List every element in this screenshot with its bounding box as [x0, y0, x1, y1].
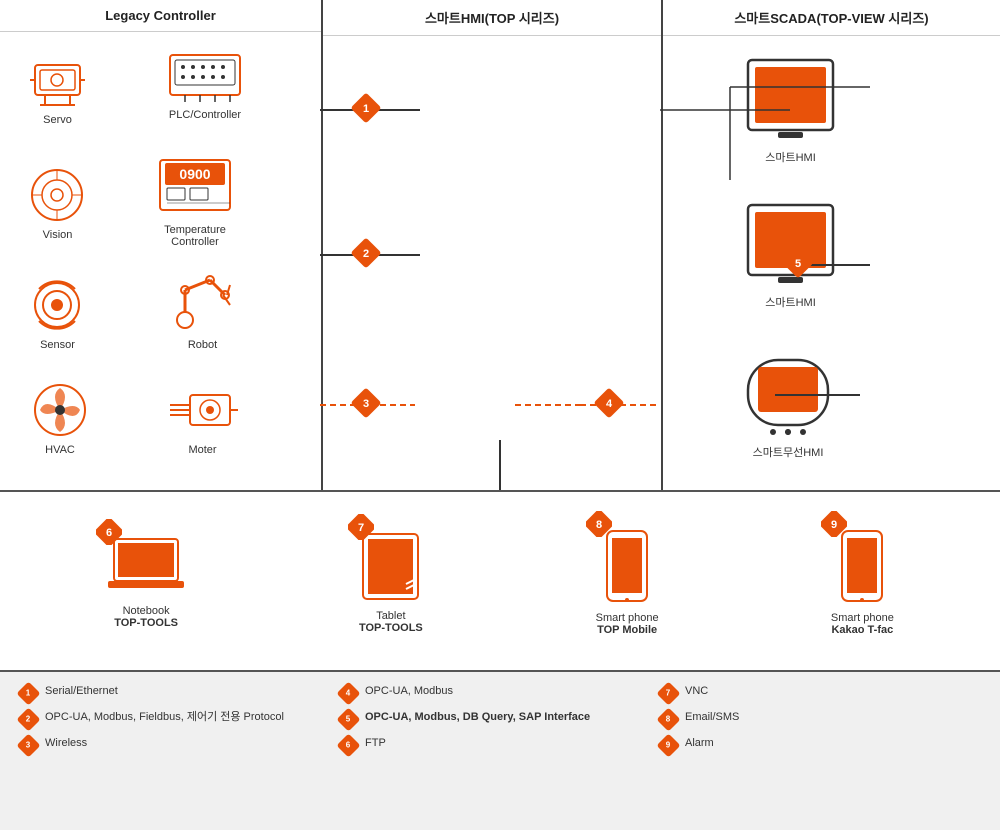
- tablet-device: 7 Tablet TOP-TOOLS: [358, 529, 423, 634]
- legend-item-5: 5 OPC-UA, Modbus, DB Query, SAP Interfac…: [340, 710, 660, 728]
- hvac-device: HVAC: [25, 380, 95, 456]
- notebook-device: 6 Notebook TOP-TOOLS: [106, 534, 186, 629]
- svg-text:0900: 0900: [179, 166, 210, 182]
- smartphone-kakao-label: Smart phone Kakao T-fac: [831, 612, 894, 636]
- sensor-icon: [25, 275, 90, 335]
- vision-icon: [25, 165, 90, 225]
- legend-badge-4: 4: [336, 681, 360, 705]
- plc-label: PLC/Controller: [169, 109, 241, 121]
- hvac-label: HVAC: [45, 444, 75, 456]
- legend-item-9: 9 Alarm: [660, 736, 980, 754]
- legend-text-8: Email/SMS: [685, 710, 739, 725]
- temp-device: 0900 TemperatureController: [155, 155, 235, 248]
- notebook-label: Notebook TOP-TOOLS: [114, 605, 178, 629]
- smartphone-topmobile-device: 8 Smart phoneTOP Mobile: [596, 526, 659, 636]
- legacy-title: Legacy Controller: [0, 0, 321, 32]
- temp-label: TemperatureController: [164, 224, 226, 248]
- legend-text-7: VNC: [685, 684, 708, 699]
- servo-label: Servo: [43, 114, 72, 126]
- moter-label: Moter: [188, 444, 216, 456]
- badge9-icon: 9: [821, 511, 847, 537]
- hvac-icon: [25, 380, 95, 440]
- legend-area: 1 Serial/Ethernet 2 OPC-UA, Modbus, Fiel…: [0, 670, 1000, 830]
- bottom-area: 6 Notebook TOP-TOOLS 7: [0, 490, 1000, 670]
- servo-icon: [25, 55, 90, 110]
- legend-badge-5: 5: [336, 707, 360, 731]
- legend-text-5: OPC-UA, Modbus, DB Query, SAP Interface: [365, 710, 590, 725]
- legend-badge-8: 8: [656, 707, 680, 731]
- legend-text-1: Serial/Ethernet: [45, 684, 118, 699]
- temp-icon: 0900: [155, 155, 235, 220]
- moter-icon: [165, 380, 240, 440]
- robot-device: Robot: [165, 270, 240, 351]
- legend-badge-3: 3: [16, 733, 40, 757]
- smartphone-topmobile-label: Smart phoneTOP Mobile: [596, 612, 659, 636]
- smartphone-kakao-device: 9 Smart phone Kakao T-fac: [831, 526, 894, 636]
- sensor-label: Sensor: [40, 339, 75, 351]
- legend-text-3: Wireless: [45, 736, 87, 751]
- phone2-icon: [837, 526, 887, 606]
- legend-col3: 7 VNC 8 Email/SMS 9 Alarm: [660, 684, 980, 818]
- legend-item-4: 4 OPC-UA, Modbus: [340, 684, 660, 702]
- svg-text:9: 9: [831, 519, 837, 531]
- plc-icon: [165, 50, 245, 105]
- legend-badge-9: 9: [656, 733, 680, 757]
- legend-item-1: 1 Serial/Ethernet: [20, 684, 340, 702]
- servo-device: Servo: [25, 55, 90, 126]
- legend-text-9: Alarm: [685, 736, 714, 751]
- legend-badge-7: 7: [656, 681, 680, 705]
- section-scada: 스마트SCADA(TOP-VIEW 시리즈) Database: [663, 0, 1000, 490]
- legend-badge-6: 6: [336, 733, 360, 757]
- legend-badge-2: 2: [16, 707, 40, 731]
- full-page: Legacy Controller Servo: [0, 0, 1000, 830]
- legend-text-2: OPC-UA, Modbus, Fieldbus, 제어기 전용 Protoco…: [45, 710, 284, 725]
- legend-col1: 1 Serial/Ethernet 2 OPC-UA, Modbus, Fiel…: [20, 684, 340, 818]
- top-area: Legacy Controller Servo: [0, 0, 1000, 490]
- robot-icon: [165, 270, 240, 335]
- legend-item-8: 8 Email/SMS: [660, 710, 980, 728]
- legend-item-6: 6 FTP: [340, 736, 660, 754]
- sensor-device: Sensor: [25, 275, 90, 351]
- legend-text-6: FTP: [365, 736, 386, 751]
- tablet-icon: [358, 529, 423, 604]
- svg-text:8: 8: [596, 519, 602, 531]
- badge7-icon: 7: [348, 514, 374, 540]
- section-legacy: Legacy Controller Servo: [0, 0, 323, 490]
- plc-device: PLC/Controller: [165, 50, 245, 121]
- svg-text:6: 6: [106, 527, 112, 539]
- legend-badge-1: 1: [16, 681, 40, 705]
- robot-label: Robot: [188, 339, 217, 351]
- legend-col2: 4 OPC-UA, Modbus 5 OPC-UA, Modbus, DB Qu…: [340, 684, 660, 818]
- badge8-icon: 8: [586, 511, 612, 537]
- legend-item-3: 3 Wireless: [20, 736, 340, 754]
- vision-device: Vision: [25, 165, 90, 241]
- badge6-icon: 6: [96, 519, 122, 545]
- vision-label: Vision: [43, 229, 73, 241]
- legend-item-7: 7 VNC: [660, 684, 980, 702]
- legend-text-4: OPC-UA, Modbus: [365, 684, 453, 699]
- hmi-title: 스마트HMI(TOP 시리즈): [323, 0, 661, 36]
- scada-title: 스마트SCADA(TOP-VIEW 시리즈): [663, 0, 1000, 36]
- svg-text:7: 7: [358, 522, 364, 534]
- section-hmi: 스마트HMI(TOP 시리즈) 스마트HMI: [323, 0, 663, 490]
- phone1-icon: [602, 526, 652, 606]
- legend-item-2: 2 OPC-UA, Modbus, Fieldbus, 제어기 전용 Proto…: [20, 710, 340, 728]
- moter-device: Moter: [165, 380, 240, 456]
- tablet-label: Tablet TOP-TOOLS: [359, 610, 423, 634]
